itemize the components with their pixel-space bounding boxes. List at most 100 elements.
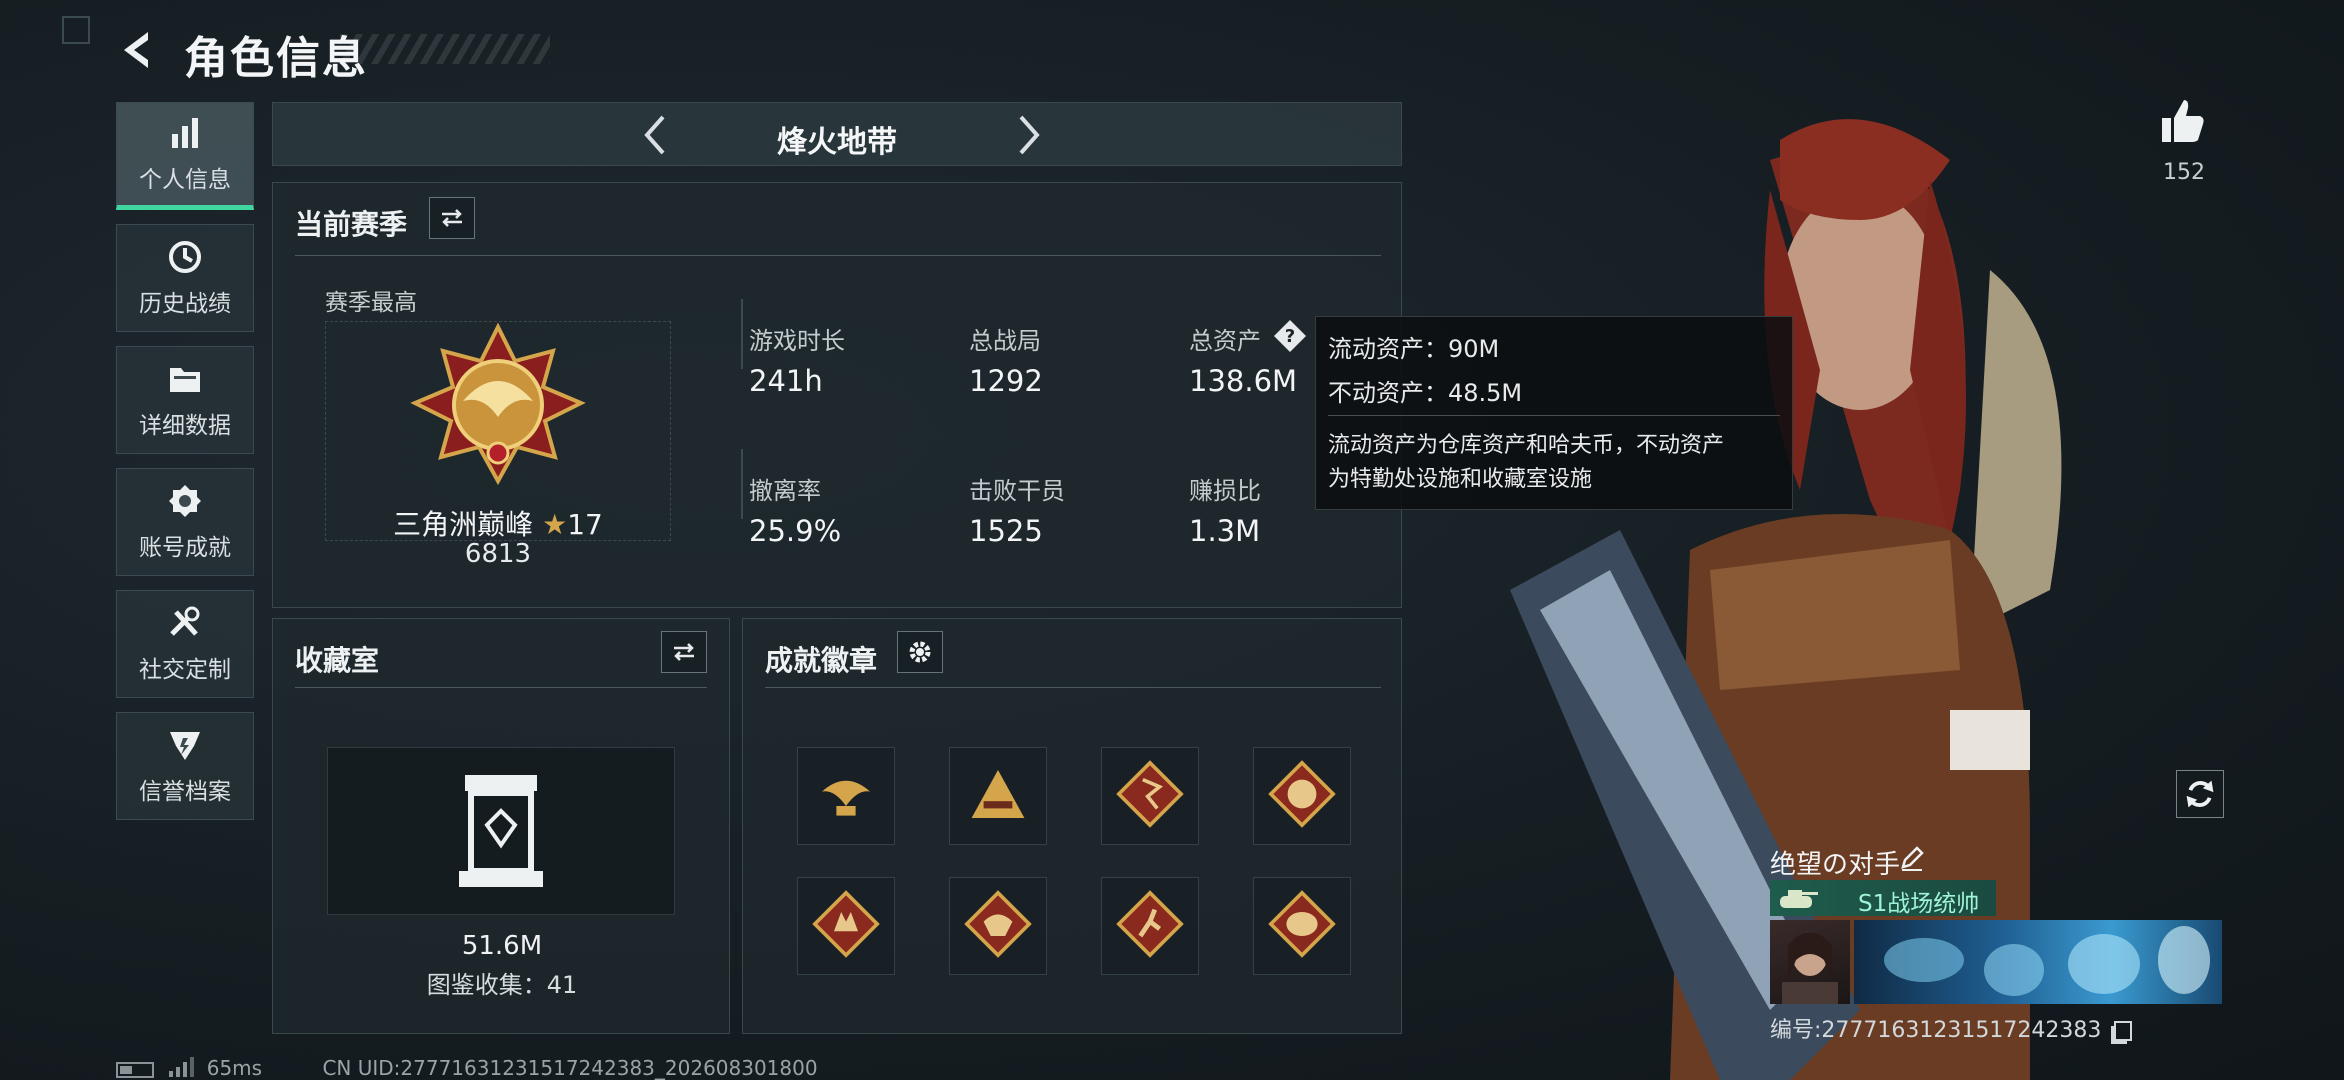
- collection-title: 收藏室: [295, 644, 380, 677]
- swap-icon: [674, 643, 694, 661]
- sidebar-item-personal-info[interactable]: 个人信息: [116, 102, 254, 210]
- player-name: 绝望の对手: [1770, 850, 1901, 880]
- mode-selector: 烽火地带: [272, 102, 1402, 166]
- sidebar-item-label: 历史战绩: [139, 291, 231, 317]
- chevron-right-icon[interactable]: [1003, 111, 1051, 159]
- stat-label: 击败干员: [969, 477, 1065, 505]
- season-panel: 当前赛季 赛季最高 三角洲巅峰 ★17 6813 游戏时长 241h 总战局 1…: [272, 182, 1402, 608]
- sidebar-item-label: 个人信息: [139, 167, 231, 193]
- rank-stars: 17: [567, 508, 603, 541]
- title-decoration-stripes: [340, 34, 550, 64]
- signal-icon: [168, 1057, 195, 1080]
- season-best-label: 赛季最高: [325, 290, 417, 316]
- divider: [295, 687, 707, 688]
- stat-total-matches: 总战局 1292: [969, 321, 1043, 398]
- badges-panel: 成就徽章: [742, 618, 1402, 1034]
- status-bar: 65ms CN UID:27771631231517242383_2026083…: [116, 1056, 818, 1080]
- svg-text:?: ?: [1285, 326, 1295, 347]
- help-icon[interactable]: ?: [1273, 319, 1307, 353]
- dragon-head-badge-icon: [962, 888, 1034, 964]
- stat-value: 1.3M: [1189, 514, 1261, 548]
- sidebar-item-label: 社交定制: [139, 657, 231, 683]
- stat-playtime: 游戏时长 241h: [749, 321, 845, 398]
- pyramid-badge-icon: [962, 758, 1034, 834]
- season-title: 当前赛季: [295, 208, 408, 241]
- rank-name-row: 三角洲巅峰 ★17: [325, 503, 671, 543]
- stat-profit-loss-ratio: 赚损比 1.3M: [1189, 471, 1261, 548]
- tooltip-liquid-assets: 流动资产：90M: [1328, 335, 1500, 363]
- history-clock-icon: [169, 241, 201, 273]
- stat-value: 25.9%: [749, 514, 842, 548]
- badges-title: 成就徽章: [765, 644, 878, 677]
- beast-diamond-badge-icon: [1266, 888, 1338, 964]
- tooltip-description-line1: 流动资产为仓库资产和哈夫币，不动资产: [1328, 433, 1725, 458]
- display-case-icon: [451, 771, 551, 893]
- swap-icon: [442, 209, 462, 227]
- stat-value: 241h: [749, 364, 823, 398]
- badge-settings-button[interactable]: [897, 631, 943, 673]
- wolf-diamond-badge-icon: [810, 888, 882, 964]
- stat-value: 138.6M: [1189, 364, 1298, 398]
- sidebar-item-label: 信誉档案: [139, 779, 231, 805]
- sidebar-item-history[interactable]: 历史战绩: [116, 224, 254, 332]
- stat-extraction-rate: 撤离率 25.9%: [749, 471, 841, 548]
- rank-points: 6813: [464, 539, 532, 569]
- refresh-button[interactable]: [2176, 770, 2224, 818]
- badge-slot[interactable]: [949, 747, 1047, 845]
- profile-banner: [1854, 920, 2222, 1004]
- sidebar-item-label: 详细数据: [139, 413, 231, 439]
- ping-value: 65ms: [206, 1056, 263, 1080]
- catalog-count: 图鉴收集：41: [426, 971, 578, 999]
- rank-name: 三角洲巅峰: [393, 508, 534, 541]
- mode-name: 烽火地带: [777, 125, 897, 160]
- player-title-tag: S1战场统帅: [1770, 880, 1996, 917]
- divider: [295, 255, 1381, 256]
- badge-slot[interactable]: [1101, 747, 1199, 845]
- like-count: 152: [2163, 160, 2205, 185]
- tooltip-description-line2: 为特勤处设施和收藏室设施: [1328, 467, 1593, 492]
- assets-tooltip: 流动资产：90M 不动资产：48.5M 流动资产为仓库资产和哈夫币，不动资产 为…: [1315, 316, 1793, 510]
- badge-slot[interactable]: [1101, 877, 1199, 975]
- dragon-diamond-badge-icon: [1266, 758, 1338, 834]
- tank-icon: [1776, 882, 1820, 914]
- player-title-text: S1战场统帅: [1858, 891, 1980, 917]
- stat-value: 1525: [969, 514, 1043, 548]
- corner-decoration: [62, 16, 90, 44]
- stat-value: 1292: [969, 364, 1043, 398]
- badge-slot[interactable]: [949, 877, 1047, 975]
- badge-slot[interactable]: [1253, 877, 1351, 975]
- player-id: 编号:27771631231517242383: [1770, 1018, 2102, 1043]
- sidebar-item-detail-data[interactable]: 详细数据: [116, 346, 254, 454]
- badge-slot[interactable]: [797, 877, 895, 975]
- stat-label: 撤离率: [749, 477, 821, 505]
- uid-text: CN UID:27771631231517242383_202608301800: [322, 1056, 818, 1080]
- badge-slot[interactable]: [1253, 747, 1351, 845]
- divider: [741, 299, 743, 369]
- sidebar-item-label: 账号成就: [139, 535, 231, 561]
- copy-icon[interactable]: [2114, 1021, 2133, 1041]
- collection-value: 51.6M: [461, 931, 543, 961]
- divider: [741, 449, 743, 519]
- battery-icon: [116, 1061, 154, 1078]
- swap-season-button[interactable]: [429, 197, 475, 239]
- star-icon: ★: [542, 508, 568, 541]
- bar-chart-icon: [172, 118, 198, 148]
- thumbs-up-icon[interactable]: [2158, 96, 2208, 146]
- stat-label: 游戏时长: [749, 327, 845, 355]
- achievement-medal-icon: [169, 485, 201, 517]
- collection-panel: 收藏室 51.6M 图鉴收集：41: [272, 618, 730, 1034]
- reputation-shield-icon: [170, 732, 200, 760]
- swap-collection-button[interactable]: [661, 631, 707, 673]
- badge-slot[interactable]: [797, 747, 895, 845]
- sidebar-item-achievements[interactable]: 账号成就: [116, 468, 254, 576]
- wrench-tools-icon: [170, 606, 200, 636]
- sidebar-item-social[interactable]: 社交定制: [116, 590, 254, 698]
- bolt-diamond-badge-icon: [1114, 758, 1186, 834]
- stat-label: 总战局: [969, 327, 1041, 355]
- divider: [1328, 415, 1780, 416]
- back-arrow-icon[interactable]: [116, 28, 160, 72]
- edit-pencil-icon[interactable]: [1898, 844, 1926, 872]
- sidebar-item-reputation[interactable]: 信誉档案: [116, 712, 254, 820]
- divider: [765, 687, 1381, 688]
- avatar[interactable]: [1770, 920, 1850, 1004]
